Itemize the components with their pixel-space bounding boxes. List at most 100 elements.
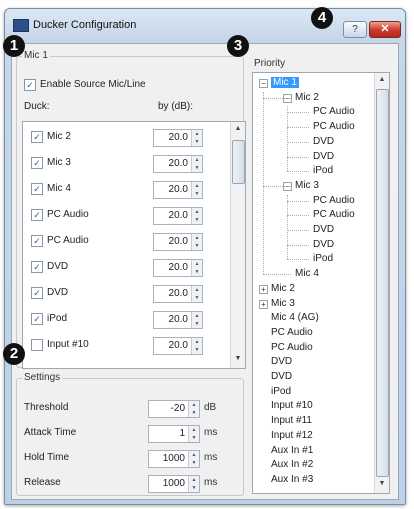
duck-row-label: Mic 3 [47,157,71,168]
duck-db-spinner[interactable]: 20.0 ▲ ▼ [153,337,203,355]
tree-item[interactable]: DVD [313,151,334,162]
setting-unit: ms [204,452,218,463]
window-title: Ducker Configuration [33,19,137,31]
spin-arrows-icon[interactable]: ▲ ▼ [191,312,202,328]
duck-checkbox[interactable]: ✓ [31,235,43,247]
tree-item[interactable]: Input #10 [271,400,313,411]
tree-item[interactable]: iPod [313,165,333,176]
duck-db-spinner[interactable]: 20.0 ▲ ▼ [153,181,203,199]
enable-source-label: Enable Source Mic/Line [40,79,146,90]
spin-arrows-icon[interactable]: ▲ ▼ [191,156,202,172]
tree-guide-line [287,127,309,129]
duck-row: ✓ Mic 3 20.0 ▲ ▼ [23,152,229,176]
duck-checkbox[interactable]: ✓ [31,261,43,273]
duck-db-spinner[interactable]: 20.0 ▲ ▼ [153,285,203,303]
spin-arrows-icon[interactable]: ▲ ▼ [191,182,202,198]
tree-item[interactable]: iPod [313,253,333,264]
priority-tree-scrollbar[interactable]: ▲ ▼ [374,73,389,493]
expand-icon[interactable]: + [259,299,268,309]
duck-checkbox[interactable]: ✓ [31,131,43,143]
duck-checkbox[interactable]: ✓ [31,313,43,325]
duck-checkbox[interactable]: ✓ [31,157,43,169]
duck-row: ✓ PC Audio 20.0 ▲ ▼ [23,230,229,254]
duck-header: Duck: [24,101,50,112]
tree-item[interactable]: iPod [271,386,291,397]
close-button[interactable]: ✕ [369,21,401,38]
spin-arrows-icon[interactable]: ▲ ▼ [188,401,199,417]
duck-list-scrollbar[interactable]: ▲ ▼ [230,122,245,368]
tree-item[interactable]: Mic 3 [271,298,295,309]
duck-db-value: 20.0 [168,210,188,221]
tree-item[interactable]: Mic 4 [295,268,319,279]
tree-item[interactable]: Mic 2 [295,92,319,103]
tree-item[interactable]: Input #12 [271,430,313,441]
duck-row-label: DVD [47,287,69,298]
scroll-down-icon[interactable]: ▼ [375,477,389,491]
tree-item[interactable]: DVD [271,371,292,382]
spin-arrows-icon[interactable]: ▲ ▼ [191,260,202,276]
setting-spinner[interactable]: 1000 ▲ ▼ [148,450,200,468]
duck-checkbox[interactable]: ✓ [31,209,43,221]
setting-spinner[interactable]: 1000 ▲ ▼ [148,475,200,493]
duck-row-label: iPod [47,313,68,324]
tree-item[interactable]: PC Audio [313,121,355,132]
spin-arrows-icon[interactable]: ▲ ▼ [188,476,199,492]
spin-arrows-icon[interactable]: ▲ ▼ [188,426,199,442]
tree-item[interactable]: DVD [313,239,334,250]
spin-arrows-icon[interactable]: ▲ ▼ [191,208,202,224]
spin-arrows-icon[interactable]: ▲ ▼ [191,234,202,250]
tree-item[interactable]: Mic 1 [271,77,299,88]
tree-item[interactable]: Aux In #3 [271,474,313,485]
duck-row: ✓ iPod 20.0 ▲ ▼ [23,308,229,332]
help-button[interactable]: ? [343,21,367,38]
scroll-thumb[interactable] [232,140,245,184]
spin-arrows-icon[interactable]: ▲ ▼ [191,338,202,354]
tree-item[interactable]: PC Audio [271,342,313,353]
duck-db-spinner[interactable]: 20.0 ▲ ▼ [153,155,203,173]
duck-db-spinner[interactable]: 20.0 ▲ ▼ [153,233,203,251]
tree-item[interactable]: Mic 3 [295,180,319,191]
scroll-up-icon[interactable]: ▲ [375,73,389,87]
app-icon [13,19,29,32]
duck-checkbox[interactable]: ✓ [31,287,43,299]
enable-source-checkbox[interactable]: ✓ [24,79,36,91]
settings-group-label: Settings [22,372,63,383]
spin-arrows-icon[interactable]: ▲ ▼ [191,286,202,302]
title-bar[interactable]: Ducker Configuration ? ✕ [5,9,405,41]
duck-db-spinner[interactable]: 20.0 ▲ ▼ [153,207,203,225]
tree-item[interactable]: Mic 4 (AG) [271,312,319,323]
tree-item[interactable]: PC Audio [271,327,313,338]
tree-item[interactable]: DVD [313,224,334,235]
duck-checkbox[interactable] [31,339,43,351]
ducker-configuration-window: Ducker Configuration ? ✕ Mic 1 ✓ Enable … [4,8,406,505]
spin-arrows-icon[interactable]: ▲ ▼ [191,130,202,146]
duck-db-spinner[interactable]: 20.0 ▲ ▼ [153,129,203,147]
tree-guide-line [287,244,309,246]
tree-item[interactable]: Aux In #1 [271,445,313,456]
tree-item[interactable]: Mic 2 [271,283,295,294]
scroll-down-icon[interactable]: ▼ [231,352,245,366]
tree-item[interactable]: Aux In #2 [271,459,313,470]
tree-item[interactable]: PC Audio [313,195,355,206]
setting-spinner[interactable]: 1 ▲ ▼ [148,425,200,443]
setting-value: -20 [170,403,185,414]
duck-db-spinner[interactable]: 20.0 ▲ ▼ [153,259,203,277]
tree-item[interactable]: Input #11 [271,415,312,426]
duck-row: ✓ Mic 2 20.0 ▲ ▼ [23,126,229,150]
tree-guide-line [287,259,309,261]
spin-arrows-icon[interactable]: ▲ ▼ [188,451,199,467]
tree-item[interactable]: DVD [313,136,334,147]
scroll-up-icon[interactable]: ▲ [231,122,245,136]
tree-item[interactable]: PC Audio [313,209,355,220]
setting-spinner[interactable]: -20 ▲ ▼ [148,400,200,418]
tree-item[interactable]: PC Audio [313,106,355,117]
tree-guide-line [263,97,291,99]
duck-row: ✓ PC Audio 20.0 ▲ ▼ [23,204,229,228]
duck-db-spinner[interactable]: 20.0 ▲ ▼ [153,311,203,329]
duck-row-label: PC Audio [47,209,89,220]
scroll-thumb[interactable] [376,89,389,477]
collapse-icon[interactable]: − [259,79,268,88]
duck-checkbox[interactable]: ✓ [31,183,43,195]
tree-item[interactable]: DVD [271,356,292,367]
expand-icon[interactable]: + [259,284,268,294]
